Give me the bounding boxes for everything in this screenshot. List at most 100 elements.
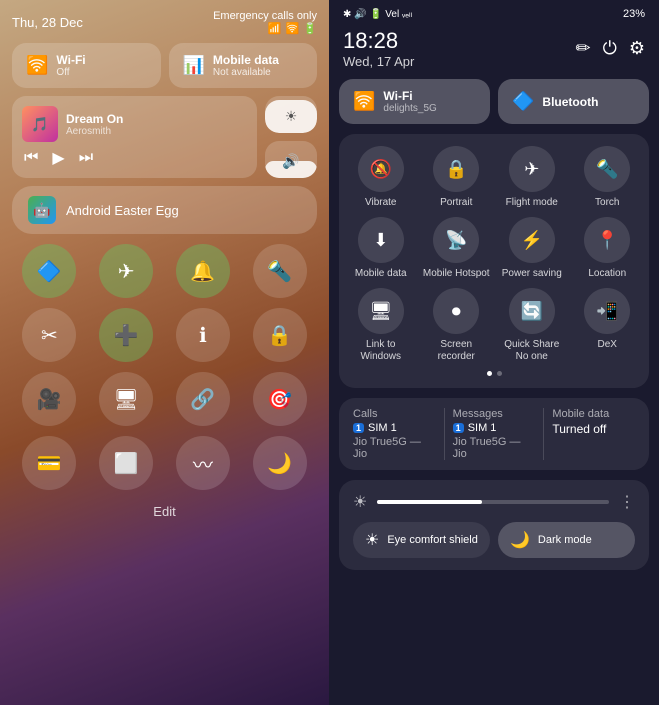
signal-bars: Vel ᵥₑₗₗ bbox=[385, 9, 412, 20]
bluetooth-toggle[interactable]: 🔷 bbox=[22, 244, 76, 298]
right-wifi-icon: 🛜 bbox=[353, 91, 375, 112]
airplane-toggle[interactable]: ✈ bbox=[99, 244, 153, 298]
volume-slider[interactable]: 🔊 bbox=[265, 141, 317, 178]
settings-icon[interactable]: ⚙ bbox=[629, 38, 645, 59]
media-row: 🎵 Dream On Aerosmith ⏮ ▶ ⏭ ☀ 🔊 bbox=[12, 96, 317, 178]
messages-sim-item: Messages 1 SIM 1 Jio True5G — Jio bbox=[453, 408, 536, 460]
status-volume: 🔊 bbox=[354, 9, 366, 20]
mobile-data-sim-value: Turned off bbox=[552, 422, 635, 436]
media-controls: ⏮ ▶ ⏭ bbox=[22, 148, 247, 168]
brightness-bar[interactable] bbox=[377, 500, 609, 504]
link-windows-circle: 🖥 bbox=[358, 288, 404, 334]
media-artist: Aerosmith bbox=[66, 126, 123, 137]
portrait-label: Portrait bbox=[440, 197, 472, 209]
edit-button[interactable]: Edit bbox=[12, 504, 317, 519]
right-bluetooth-tile[interactable]: 🔷 Bluetooth bbox=[498, 79, 649, 124]
hotspot-circle: 📡 bbox=[433, 217, 479, 263]
next-button[interactable]: ⏭ bbox=[79, 149, 93, 167]
power-icon[interactable]: ⏻ bbox=[603, 38, 617, 59]
wifi-tile-subtitle: Off bbox=[56, 67, 85, 78]
right-time: 18:28 bbox=[343, 28, 414, 54]
scissors-toggle[interactable]: ✂ bbox=[22, 308, 76, 362]
card-toggle[interactable]: 💳 bbox=[22, 436, 76, 490]
right-quick-tiles: 🛜 Wi-Fi delights_5G 🔷 Bluetooth bbox=[339, 79, 649, 124]
right-toggle-grid: 🔕 Vibrate 🔒 Portrait ✈ Flight mode 🔦 Tor… bbox=[347, 146, 641, 363]
play-button[interactable]: ▶ bbox=[52, 148, 64, 168]
target-toggle[interactable]: 🎯 bbox=[253, 372, 307, 426]
brightness-row: ☀ ⋮ bbox=[353, 492, 635, 512]
calls-sim-value: SIM 1 bbox=[368, 422, 397, 434]
wave-toggle[interactable]: 〰 bbox=[176, 436, 230, 490]
calls-sim-item: Calls 1 SIM 1 Jio True5G — Jio bbox=[353, 408, 436, 460]
link-windows-label: Link to Windows bbox=[347, 339, 415, 363]
messages-network: Jio True5G — Jio bbox=[453, 436, 536, 460]
notification-toggle[interactable]: 🔔 bbox=[176, 244, 230, 298]
pencil-icon[interactable]: ✏ bbox=[576, 38, 591, 59]
flashlight-toggle[interactable]: 🔦 bbox=[253, 244, 307, 298]
vibrate-circle: 🔕 bbox=[358, 146, 404, 192]
volume-slider-icon: 🔊 bbox=[282, 153, 299, 170]
wifi-icon: 🛜 bbox=[286, 22, 300, 35]
moon-toggle[interactable]: 🌙 bbox=[253, 436, 307, 490]
left-status: Emergency calls only 📶 🛜 🔋 bbox=[213, 10, 317, 35]
plus-toggle[interactable]: ➕ bbox=[99, 308, 153, 362]
left-status-icons: 📶 🛜 🔋 bbox=[268, 22, 317, 35]
quick-share-circle: 🔄 bbox=[509, 288, 555, 334]
brightness-slider[interactable]: ☀ bbox=[265, 96, 317, 133]
hotspot-toggle[interactable]: 📡 Mobile Hotspot bbox=[423, 217, 491, 280]
more-options-button[interactable]: ⋮ bbox=[619, 492, 635, 512]
location-circle: 📍 bbox=[584, 217, 630, 263]
vibrate-toggle[interactable]: 🔕 Vibrate bbox=[347, 146, 415, 209]
calls-network: Jio True5G — Jio bbox=[353, 436, 436, 460]
brightness-section: ☀ ⋮ ☀ Eye comfort shield 🌙 Dark mode bbox=[339, 480, 649, 570]
prev-button[interactable]: ⏮ bbox=[24, 149, 38, 167]
right-wifi-tile[interactable]: 🛜 Wi-Fi delights_5G bbox=[339, 79, 490, 124]
right-panel: ✱ 🔊 🔋 Vel ᵥₑₗₗ 23% 18:28 Wed, 17 Apr ✏ ⏻… bbox=[329, 0, 659, 705]
wifi-tile[interactable]: 🛜 Wi-Fi Off bbox=[12, 43, 161, 88]
quick-share-toggle[interactable]: 🔄 Quick Share No one bbox=[498, 288, 566, 363]
power-saving-toggle[interactable]: ⚡ Power saving bbox=[498, 217, 566, 280]
lock-toggle[interactable]: 🔒 bbox=[253, 308, 307, 362]
media-card[interactable]: 🎵 Dream On Aerosmith ⏮ ▶ ⏭ bbox=[12, 96, 257, 178]
status-asterisk: ✱ bbox=[343, 9, 351, 20]
right-wifi-subtitle: delights_5G bbox=[383, 103, 436, 114]
easter-egg-button[interactable]: 🤖 Android Easter Egg bbox=[12, 186, 317, 234]
dex-circle: 📲 bbox=[584, 288, 630, 334]
mobile-data-toggle[interactable]: ⬇ Mobile data bbox=[347, 217, 415, 280]
camera-toggle[interactable]: 🎥 bbox=[22, 372, 76, 426]
dark-mode-button[interactable]: 🌙 Dark mode bbox=[498, 522, 635, 558]
calls-sim-badge: 1 bbox=[353, 423, 364, 433]
status-battery: 🔋 bbox=[370, 9, 382, 20]
location-toggle[interactable]: 📍 Location bbox=[574, 217, 642, 280]
quick-tiles: 🛜 Wi-Fi Off 📊 Mobile data Not available bbox=[12, 43, 317, 88]
torch-toggle[interactable]: 🔦 Torch bbox=[574, 146, 642, 209]
mobile-data-tile[interactable]: 📊 Mobile data Not available bbox=[169, 43, 318, 88]
torch-label: Torch bbox=[595, 197, 619, 209]
eye-comfort-button[interactable]: ☀ Eye comfort shield bbox=[353, 522, 490, 558]
screen-recorder-toggle[interactable]: ⏺ Screen recorder bbox=[423, 288, 491, 363]
android-icon: 🤖 bbox=[28, 196, 56, 224]
media-title: Dream On bbox=[66, 112, 123, 126]
link-toggle[interactable]: 🔗 bbox=[176, 372, 230, 426]
mobile-data-title: Mobile data bbox=[213, 53, 279, 67]
dark-mode-label: Dark mode bbox=[538, 534, 592, 546]
scan-toggle[interactable]: ⬜ bbox=[99, 436, 153, 490]
right-bt-title: Bluetooth bbox=[542, 95, 598, 109]
battery-percent: 23% bbox=[623, 8, 645, 20]
screen-recorder-label: Screen recorder bbox=[423, 339, 491, 363]
screen-toggle[interactable]: 🖥 bbox=[99, 372, 153, 426]
right-toggle-section: 🔕 Vibrate 🔒 Portrait ✈ Flight mode 🔦 Tor… bbox=[339, 134, 649, 388]
emergency-text: Emergency calls only bbox=[213, 10, 317, 22]
eye-comfort-icon: ☀ bbox=[365, 530, 379, 550]
left-date: Thu, 28 Dec bbox=[12, 15, 83, 30]
info-toggle[interactable]: ℹ bbox=[176, 308, 230, 362]
toggle-grid: 🔷 ✈ 🔔 🔦 ✂ ➕ ℹ 🔒 🎥 🖥 🔗 🎯 💳 ⬜ 〰 🌙 bbox=[12, 244, 317, 490]
dex-toggle[interactable]: 📲 DeX bbox=[574, 288, 642, 363]
right-header: 18:28 Wed, 17 Apr ✏ ⏻ ⚙ bbox=[339, 28, 649, 69]
brightness-fill bbox=[377, 500, 481, 504]
flight-mode-toggle[interactable]: ✈ Flight mode bbox=[498, 146, 566, 209]
link-windows-toggle[interactable]: 🖥 Link to Windows bbox=[347, 288, 415, 363]
portrait-toggle[interactable]: 🔒 Portrait bbox=[423, 146, 491, 209]
mobile-data-label: Mobile data bbox=[355, 268, 407, 280]
portrait-circle: 🔒 bbox=[433, 146, 479, 192]
